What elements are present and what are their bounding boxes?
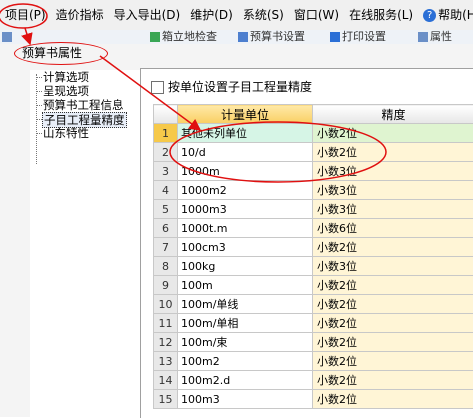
grid-header-unit[interactable]: 计量单位: [178, 105, 313, 124]
menu-maintenance[interactable]: 维护(D): [185, 4, 238, 26]
row-number: 9: [154, 276, 178, 295]
check-icon: [150, 32, 160, 42]
menu-import-export[interactable]: 导入导出(D): [109, 4, 186, 26]
menu-help-label: 帮助(H): [438, 8, 473, 22]
unit-cell[interactable]: 1000m2: [178, 181, 313, 200]
table-row[interactable]: 7100cm3小数2位: [154, 238, 473, 257]
precision-cell[interactable]: 小数2位: [313, 390, 473, 409]
unit-cell[interactable]: 100m/单线: [178, 295, 313, 314]
budget-properties-dialog: 预算书属性 计算选项 呈现选项 预算书工程信息 子目工程量精度 山东特性 按单位…: [0, 44, 473, 417]
unit-cell[interactable]: 100m/单相: [178, 314, 313, 333]
row-number: 7: [154, 238, 178, 257]
precision-cell[interactable]: 小数6位: [313, 219, 473, 238]
unit-precision-checkbox[interactable]: [151, 81, 164, 94]
table-row[interactable]: 14100m2.d小数2位: [154, 371, 473, 390]
precision-cell[interactable]: 小数2位: [313, 314, 473, 333]
row-number: 14: [154, 371, 178, 390]
toolbar-check-label: 箱立地检查: [162, 30, 217, 43]
unit-precision-option[interactable]: 按单位设置子目工程量精度: [151, 79, 312, 95]
unit-cell[interactable]: 1000m3: [178, 200, 313, 219]
menu-bar: 项目(P) 造价指标 导入导出(D) 维护(D) 系统(S) 窗口(W) 在线服…: [0, 0, 473, 30]
row-number: 11: [154, 314, 178, 333]
row-number: 6: [154, 219, 178, 238]
table-row[interactable]: 12100m/束小数2位: [154, 333, 473, 352]
table-row[interactable]: 51000m3小数3位: [154, 200, 473, 219]
precision-cell[interactable]: 小数2位: [313, 124, 473, 143]
precision-cell[interactable]: 小数3位: [313, 200, 473, 219]
row-number: 3: [154, 162, 178, 181]
unit-cell[interactable]: 1000m: [178, 162, 313, 181]
toolbar-properties-button[interactable]: 属性: [418, 31, 452, 43]
precision-cell[interactable]: 小数3位: [313, 181, 473, 200]
row-number: 1: [154, 124, 178, 143]
precision-cell[interactable]: 小数2位: [313, 295, 473, 314]
unit-cell[interactable]: 100m2.d: [178, 371, 313, 390]
toolbar-print-button[interactable]: 打印设置: [330, 31, 386, 43]
table-row[interactable]: 15100m3小数2位: [154, 390, 473, 409]
table-row[interactable]: 1其他未列单位小数2位: [154, 124, 473, 143]
row-number: 13: [154, 352, 178, 371]
menu-system[interactable]: 系统(S): [238, 4, 289, 26]
print-icon: [330, 32, 340, 42]
precision-grid: 计量单位 精度 1其他未列单位小数2位 210/d小数2位 31000m小数3位…: [153, 104, 473, 409]
unit-cell[interactable]: 1000t.m: [178, 219, 313, 238]
toolbar-print-label: 打印设置: [342, 30, 386, 43]
unit-cell[interactable]: 100cm3: [178, 238, 313, 257]
precision-cell[interactable]: 小数3位: [313, 162, 473, 181]
unit-cell[interactable]: 100m2: [178, 352, 313, 371]
toolbar-properties-label: 属性: [430, 30, 452, 43]
precision-cell[interactable]: 小数2位: [313, 371, 473, 390]
properties-icon: [418, 32, 428, 42]
menu-help[interactable]: ?帮助(H): [418, 4, 473, 26]
table-row[interactable]: 11100m/单相小数2位: [154, 314, 473, 333]
row-number: 2: [154, 143, 178, 162]
unit-cell[interactable]: 10/d: [178, 143, 313, 162]
row-number: 10: [154, 295, 178, 314]
grid-header-precision[interactable]: 精度: [313, 105, 473, 124]
grid-header-corner: [154, 105, 178, 124]
unit-precision-checkbox-label: 按单位设置子目工程量精度: [168, 80, 312, 94]
grid-header-row: 计量单位 精度: [154, 105, 473, 124]
row-number: 15: [154, 390, 178, 409]
precision-cell[interactable]: 小数3位: [313, 257, 473, 276]
unit-cell[interactable]: 100m3: [178, 390, 313, 409]
precision-cell[interactable]: 小数2位: [313, 352, 473, 371]
menu-project[interactable]: 项目(P): [0, 4, 51, 26]
tree-item-display-options[interactable]: 呈现选项: [42, 84, 90, 98]
table-row[interactable]: 210/d小数2位: [154, 143, 473, 162]
table-row[interactable]: 13100m2小数2位: [154, 352, 473, 371]
precision-cell[interactable]: 小数2位: [313, 276, 473, 295]
unit-cell[interactable]: 其他未列单位: [178, 124, 313, 143]
precision-cell[interactable]: 小数2位: [313, 238, 473, 257]
unit-cell[interactable]: 100m/束: [178, 333, 313, 352]
menu-window[interactable]: 窗口(W): [289, 4, 344, 26]
unit-cell[interactable]: 100kg: [178, 257, 313, 276]
table-row[interactable]: 9100m小数2位: [154, 276, 473, 295]
precision-panel: 按单位设置子目工程量精度 计量单位 精度 1其他未列单位小数2位 210/d小数…: [140, 68, 473, 418]
question-icon: ?: [423, 9, 436, 22]
table-row[interactable]: 41000m2小数3位: [154, 181, 473, 200]
row-number: 4: [154, 181, 178, 200]
table-row[interactable]: 61000t.m小数6位: [154, 219, 473, 238]
toolbar-settings-button[interactable]: 预算书设置: [238, 31, 305, 43]
tree-item-shandong-features[interactable]: 山东特性: [42, 126, 90, 140]
row-number: 5: [154, 200, 178, 219]
settings-icon: [238, 32, 248, 42]
precision-cell[interactable]: 小数2位: [313, 333, 473, 352]
table-row[interactable]: 8100kg小数3位: [154, 257, 473, 276]
annotation-ellipse-title: [14, 42, 108, 65]
precision-cell[interactable]: 小数2位: [313, 143, 473, 162]
tree-item-project-info[interactable]: 预算书工程信息: [42, 98, 125, 112]
toolbar-document-icon[interactable]: [2, 31, 14, 43]
tree-item-calc-options[interactable]: 计算选项: [42, 70, 90, 84]
table-row[interactable]: 31000m小数3位: [154, 162, 473, 181]
menu-online-service[interactable]: 在线服务(L): [344, 4, 418, 26]
row-number: 12: [154, 333, 178, 352]
row-number: 8: [154, 257, 178, 276]
unit-cell[interactable]: 100m: [178, 276, 313, 295]
menu-cost-index[interactable]: 造价指标: [51, 4, 109, 26]
table-row[interactable]: 10100m/单线小数2位: [154, 295, 473, 314]
toolbar-check-button[interactable]: 箱立地检查: [150, 31, 217, 43]
toolbar-settings-label: 预算书设置: [250, 30, 305, 43]
